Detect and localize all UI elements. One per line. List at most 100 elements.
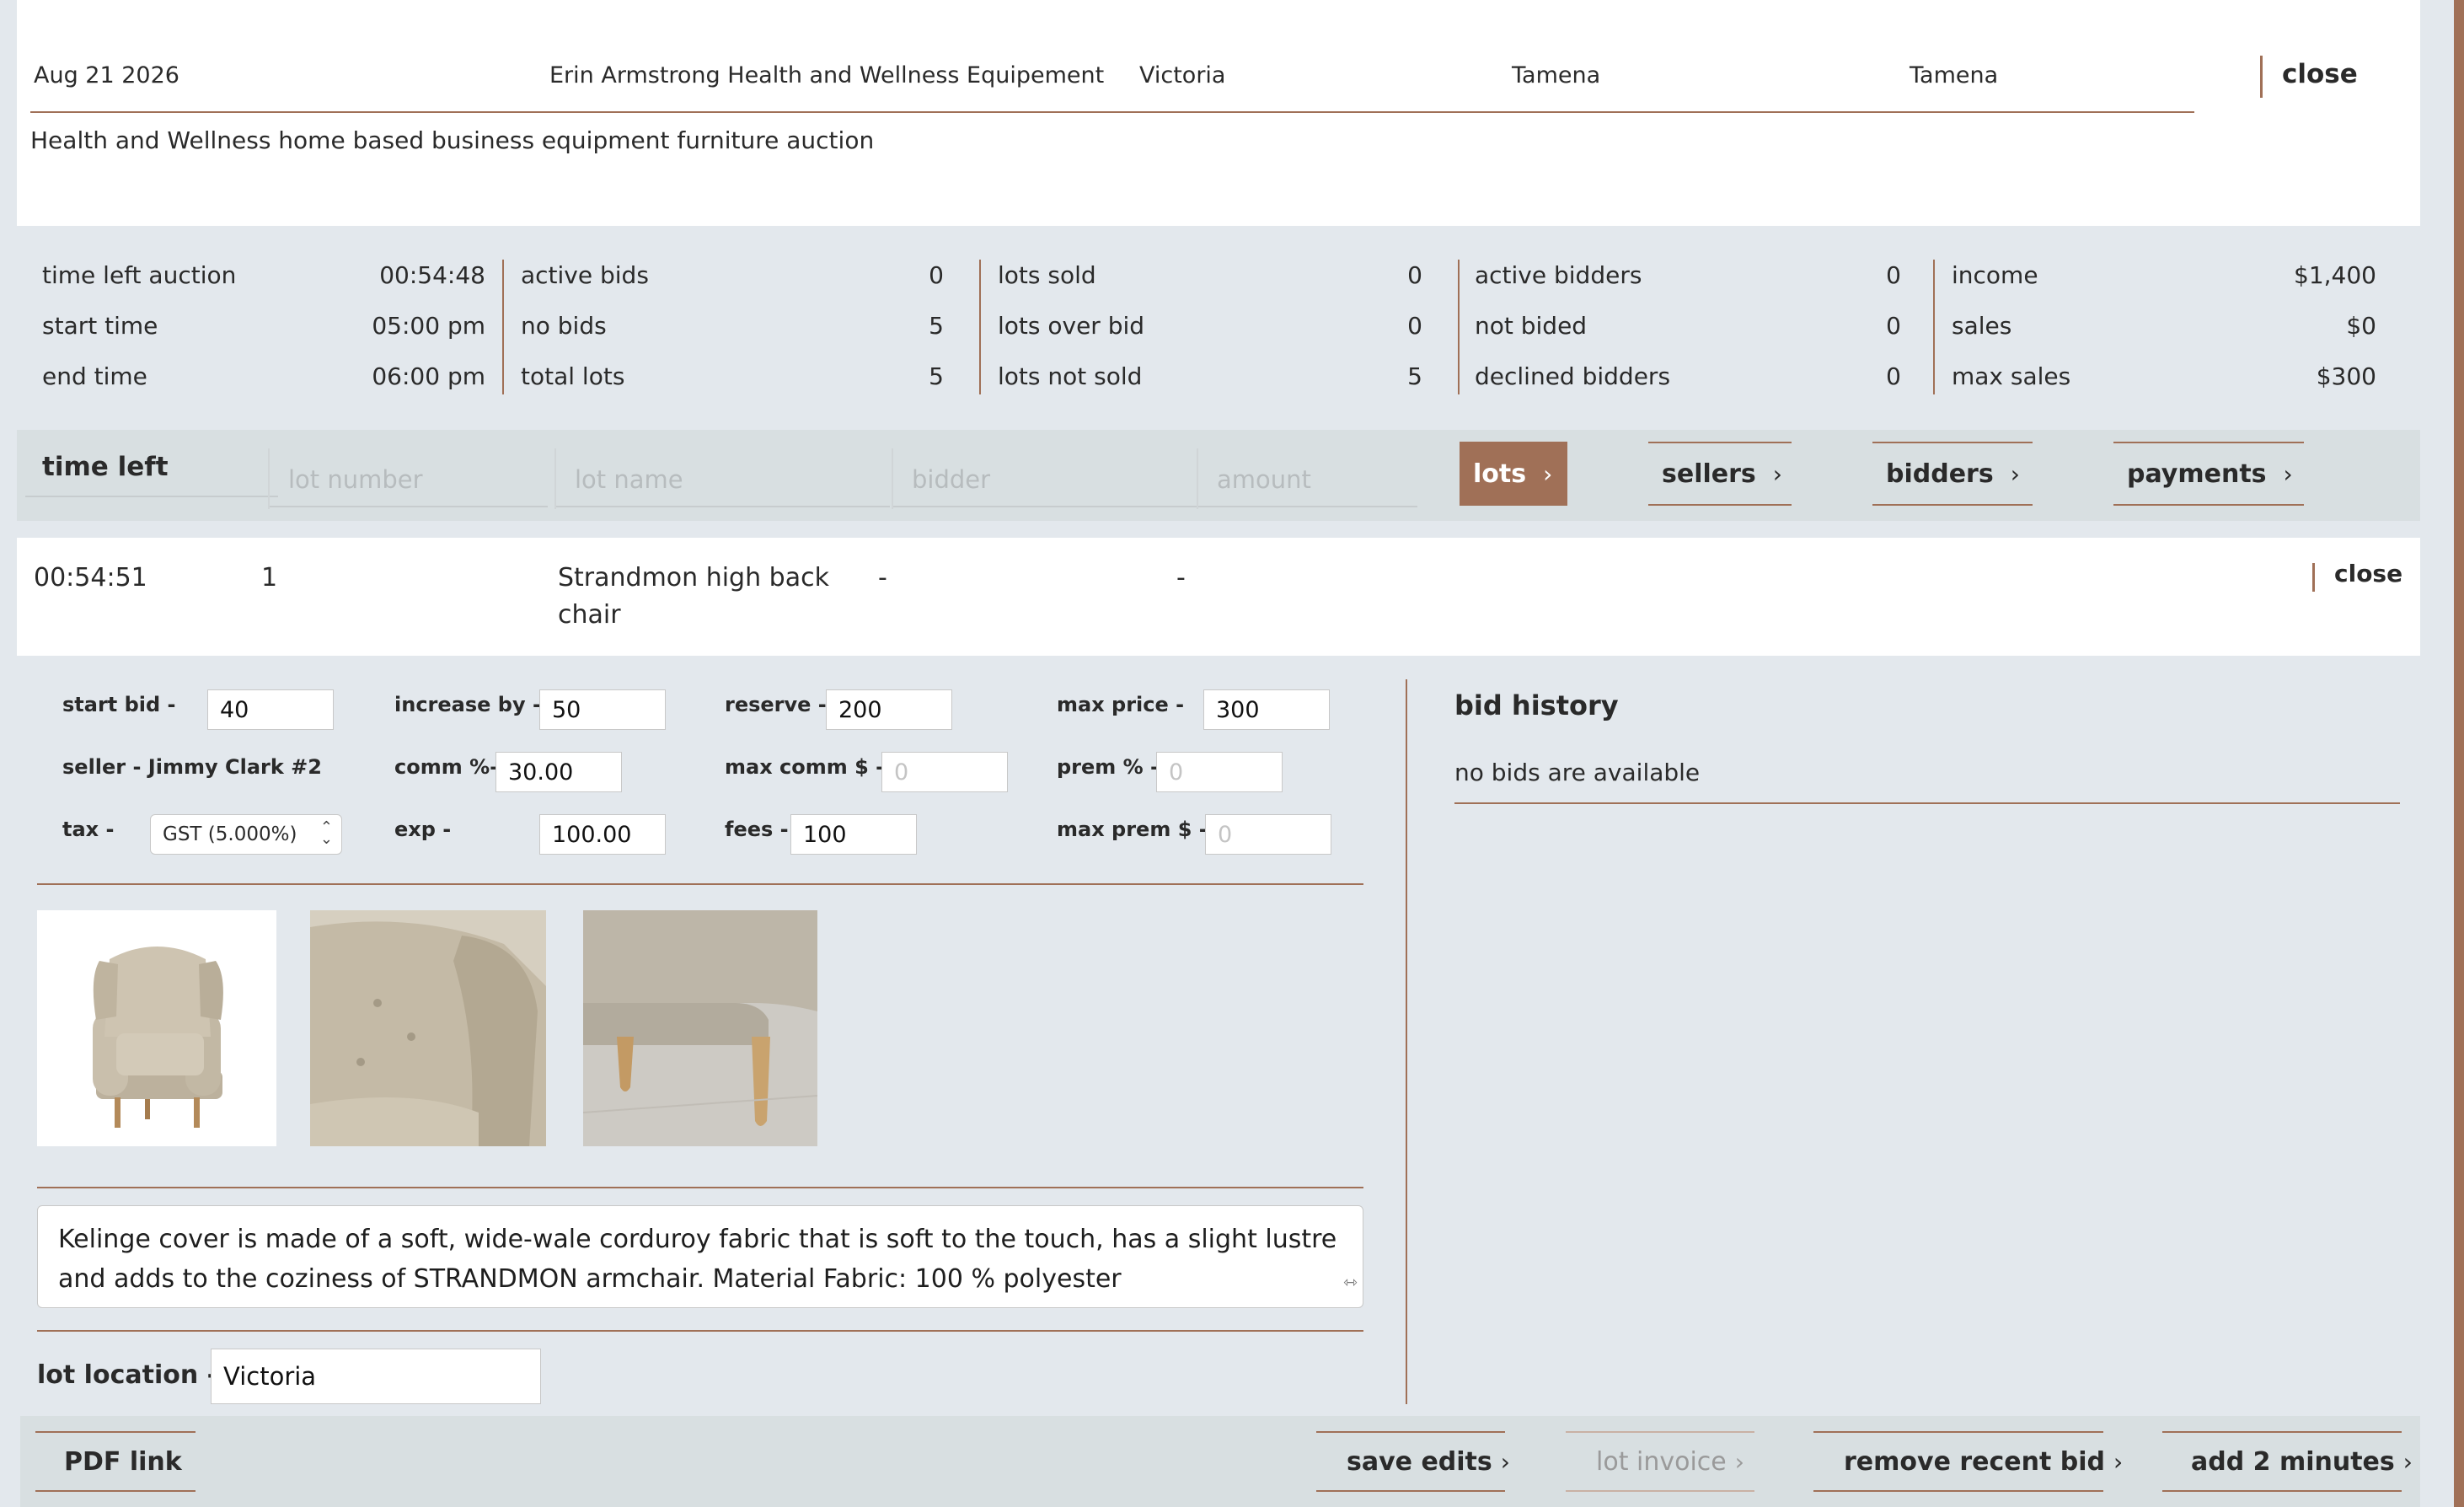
lot-number: 1 bbox=[261, 563, 278, 593]
lot-name-input[interactable] bbox=[556, 453, 890, 507]
bidders-nav-label: bidders bbox=[1886, 459, 1994, 489]
exp-input[interactable] bbox=[539, 814, 666, 855]
fees-input[interactable] bbox=[790, 814, 917, 855]
stat-value: 0 bbox=[929, 261, 944, 289]
lot-location-input[interactable] bbox=[211, 1349, 541, 1404]
stat-label: lots sold bbox=[998, 261, 1096, 289]
lot-amount: - bbox=[1176, 563, 1186, 593]
stat-value: 06:00 pm bbox=[372, 362, 485, 390]
tax-select[interactable]: GST (5.000%) ⌃ ⌄ bbox=[150, 814, 342, 855]
lot-bidder: - bbox=[878, 563, 887, 593]
stat-value: 5 bbox=[1407, 362, 1422, 390]
auction-field-1: Tamena bbox=[1512, 62, 1601, 88]
lot-name: Strandmon high back chair bbox=[558, 563, 829, 630]
pdf-link-button[interactable]: PDF link bbox=[35, 1431, 196, 1492]
stat-label: start time bbox=[42, 312, 158, 340]
lot-photo-1[interactable] bbox=[37, 910, 276, 1146]
prem-label: prem % - bbox=[1057, 755, 1160, 779]
max-comm-label: max comm $ - bbox=[725, 755, 885, 779]
chevron-right-icon: › bbox=[1734, 1447, 1744, 1476]
increase-by-input[interactable] bbox=[539, 689, 666, 730]
stat-label: declined bidders bbox=[1475, 362, 1671, 390]
lot-invoice-label: lot invoice bbox=[1596, 1446, 1727, 1477]
stat-divider bbox=[1933, 260, 1935, 394]
stat-label: sales bbox=[1952, 312, 2012, 340]
lot-photo-2[interactable] bbox=[310, 910, 546, 1146]
max-prem-label: max prem $ - bbox=[1057, 818, 1208, 841]
stat-value: 05:00 pm bbox=[372, 312, 485, 340]
stat-label: time left auction bbox=[42, 261, 237, 289]
chevron-right-icon: › bbox=[2283, 459, 2293, 488]
max-price-input[interactable] bbox=[1203, 689, 1330, 730]
bid-history-empty: no bids are available bbox=[1454, 759, 1701, 786]
stat-divider bbox=[502, 260, 504, 394]
form-divider bbox=[37, 883, 1363, 885]
lot-row[interactable]: 00:54:51 1 Strandmon high back chair - -… bbox=[17, 538, 2420, 656]
stat-label: no bids bbox=[521, 312, 607, 340]
reserve-input[interactable] bbox=[826, 689, 952, 730]
close-separator bbox=[2312, 563, 2315, 592]
add-2-minutes-button[interactable]: add 2 minutes › bbox=[2162, 1431, 2413, 1492]
tax-select-value: GST (5.000%) bbox=[163, 823, 297, 845]
lot-description-text: Kelinge cover is made of a soft, wide-wa… bbox=[58, 1225, 1337, 1294]
close-separator bbox=[2260, 56, 2263, 98]
payments-nav-button[interactable]: payments › bbox=[2113, 442, 2304, 506]
stat-value: 5 bbox=[929, 362, 944, 390]
stat-value: $1,400 bbox=[2294, 261, 2376, 289]
stat-label: active bidders bbox=[1475, 261, 1642, 289]
save-edits-button[interactable]: save edits › bbox=[1316, 1431, 1510, 1492]
stat-label: lots not sold bbox=[998, 362, 1143, 390]
tax-label: tax - bbox=[62, 818, 115, 841]
increase-by-label: increase by - bbox=[394, 693, 541, 716]
filter-underline bbox=[25, 496, 278, 497]
lots-nav-label: lots bbox=[1473, 459, 1527, 489]
stat-label: end time bbox=[42, 362, 147, 390]
chevron-right-icon: › bbox=[2010, 459, 2020, 488]
auction-header: Aug 21 2026 Erin Armstrong Health and We… bbox=[17, 0, 2420, 226]
resize-handle-icon[interactable]: ⇿ bbox=[1343, 1263, 1358, 1302]
start-bid-input[interactable] bbox=[207, 689, 334, 730]
lot-time-left: 00:54:51 bbox=[34, 563, 147, 593]
lot-description-textarea[interactable]: Kelinge cover is made of a soft, wide-wa… bbox=[37, 1205, 1363, 1308]
amount-input[interactable] bbox=[1198, 453, 1417, 507]
remove-recent-bid-label: remove recent bid bbox=[1844, 1446, 2106, 1477]
pdf-link-label: PDF link bbox=[64, 1446, 182, 1477]
comm-label: comm %- bbox=[394, 755, 499, 779]
lot-location-label: lot location - bbox=[37, 1360, 218, 1390]
lot-number-input[interactable] bbox=[270, 453, 548, 507]
lot-close-button[interactable]: close bbox=[2334, 560, 2402, 587]
lot-invoice-button[interactable]: lot invoice › bbox=[1566, 1431, 1754, 1492]
stat-label: total lots bbox=[521, 362, 625, 390]
auction-city: Victoria bbox=[1139, 62, 1226, 88]
save-edits-label: save edits bbox=[1347, 1446, 1492, 1477]
sellers-nav-button[interactable]: sellers › bbox=[1648, 442, 1792, 506]
stat-value: 0 bbox=[1886, 312, 1901, 340]
bidders-nav-button[interactable]: bidders › bbox=[1872, 442, 2033, 506]
reserve-label: reserve - bbox=[725, 693, 827, 716]
add-2-minutes-label: add 2 minutes bbox=[2191, 1446, 2395, 1477]
lot-photo-3[interactable] bbox=[583, 910, 817, 1146]
seller-label: seller - Jimmy Clark #2 bbox=[62, 755, 322, 779]
auction-date: Aug 21 2026 bbox=[34, 62, 179, 88]
form-divider bbox=[37, 1330, 1363, 1332]
comm-input[interactable] bbox=[495, 752, 622, 792]
remove-recent-bid-button[interactable]: remove recent bid › bbox=[1813, 1431, 2123, 1492]
max-comm-input[interactable] bbox=[881, 752, 1008, 792]
stat-label: not bided bbox=[1475, 312, 1588, 340]
stat-label: lots over bid bbox=[998, 312, 1145, 340]
chevron-right-icon: › bbox=[2113, 1447, 2124, 1476]
lots-nav-button[interactable]: lots › bbox=[1460, 442, 1567, 506]
bidder-input[interactable] bbox=[893, 453, 1197, 507]
start-bid-label: start bid - bbox=[62, 693, 176, 716]
stat-label: income bbox=[1952, 261, 2038, 289]
auction-description: Health and Wellness home based business … bbox=[30, 126, 875, 154]
header-close-button[interactable]: close bbox=[2282, 59, 2358, 89]
max-prem-input[interactable] bbox=[1205, 814, 1331, 855]
exp-label: exp - bbox=[394, 818, 452, 841]
auction-field-2: Tamena bbox=[1910, 62, 1999, 88]
select-arrows-icon: ⌃ ⌄ bbox=[319, 818, 333, 848]
prem-input[interactable] bbox=[1156, 752, 1283, 792]
time-left-filter-label[interactable]: time left bbox=[42, 452, 169, 482]
window-edge bbox=[2454, 0, 2464, 1507]
fees-label: fees - bbox=[725, 818, 789, 841]
